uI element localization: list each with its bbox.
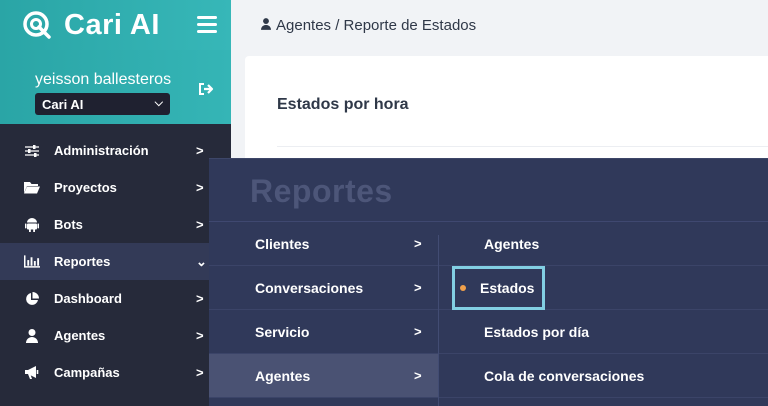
sidebar-item-label: Administración [54, 143, 149, 158]
menu-toggle-icon[interactable] [197, 16, 217, 33]
flyout-item-label: Conversaciones [255, 279, 364, 296]
selection-highlight [452, 266, 545, 310]
flyout-item-label: Servicio [255, 323, 310, 340]
report-link-label: Cola de conversaciones [484, 367, 645, 384]
sidebar-item-reportes[interactable]: Reportes ⌄ [0, 243, 231, 280]
report-link-estados-por-dia[interactable]: Estados por día [439, 310, 768, 354]
sidebar-item-label: Reportes [54, 254, 111, 269]
megaphone-icon [24, 366, 40, 380]
report-link-cola-de-conversaciones[interactable]: Cola de conversaciones [439, 354, 768, 398]
breadcrumb-text: Agentes / Reporte de Estados [276, 16, 477, 34]
sidebar-nav: Administración > Proyectos > Bots > Repo… [0, 132, 231, 391]
org-select[interactable]: Cari AI ⌵ [35, 93, 170, 115]
chevron-right-icon: > [196, 365, 204, 380]
chevron-right-icon: > [414, 236, 422, 251]
flyout-title: Reportes [250, 173, 393, 209]
chevron-right-icon: > [414, 324, 422, 339]
sidebar: Cari AI yeisson ballesteros Cari AI ⌵ Ad… [0, 0, 231, 406]
report-link-label: Agentes [484, 235, 540, 252]
sliders-icon [24, 144, 40, 158]
breadcrumb: Agentes / Reporte de Estados [231, 0, 768, 50]
sidebar-item-dashboard[interactable]: Dashboard > [0, 280, 231, 317]
report-link-estados[interactable]: Estados [439, 266, 768, 310]
sidebar-item-campanas[interactable]: Campañas > [0, 354, 231, 391]
org-select-value: Cari AI [42, 96, 84, 112]
card-title: Estados por hora [277, 96, 409, 113]
flyout-item-clientes[interactable]: Clientes > [209, 222, 438, 266]
report-link-label: Estados por día [484, 323, 590, 340]
logout-icon[interactable] [197, 80, 215, 98]
chevron-right-icon: > [196, 328, 204, 343]
chevron-right-icon: > [414, 280, 422, 295]
pie-chart-icon [24, 291, 40, 306]
chevron-right-icon: > [196, 217, 204, 232]
chevron-down-icon: ⌄ [196, 253, 207, 269]
flyout-item-servicio[interactable]: Servicio > [209, 310, 438, 354]
flyout-category-list: Clientes > Conversaciones > Servicio > A… [209, 222, 438, 398]
chevron-right-icon: > [196, 180, 204, 195]
user-icon [261, 17, 271, 34]
content-card: Estados por hora [245, 56, 768, 166]
flyout-report-list: Agentes Estados Estados por día Cola de … [439, 222, 768, 398]
divider [277, 146, 768, 147]
sidebar-item-proyectos[interactable]: Proyectos > [0, 169, 231, 206]
chevron-down-icon: ⌵ [154, 97, 163, 109]
brand-name: Cari AI [64, 8, 160, 41]
user-icon [24, 328, 40, 343]
sidebar-item-agentes[interactable]: Agentes > [0, 317, 231, 354]
folder-icon [24, 181, 40, 195]
sidebar-item-label: Agentes [54, 328, 106, 343]
chevron-right-icon: > [414, 368, 422, 383]
sidebar-item-label: Campañas [54, 365, 120, 380]
cari-logo-icon [23, 11, 51, 39]
sidebar-item-label: Bots [54, 217, 83, 232]
sidebar-item-administracion[interactable]: Administración > [0, 132, 231, 169]
flyout-item-conversaciones[interactable]: Conversaciones > [209, 266, 438, 310]
reportes-flyout-menu: Reportes Clientes > Conversaciones > Ser… [209, 158, 768, 406]
sidebar-item-label: Dashboard [54, 291, 122, 306]
chevron-right-icon: > [196, 291, 204, 306]
android-icon [24, 218, 40, 232]
report-link-agentes[interactable]: Agentes [439, 222, 768, 266]
flyout-item-agentes[interactable]: Agentes > [209, 354, 438, 398]
bar-chart-icon [24, 255, 40, 269]
flyout-item-label: Clientes [255, 235, 310, 252]
chevron-right-icon: > [196, 143, 204, 158]
sidebar-item-bots[interactable]: Bots > [0, 206, 231, 243]
flyout-item-label: Agentes [255, 367, 311, 384]
sidebar-item-label: Proyectos [54, 180, 117, 195]
